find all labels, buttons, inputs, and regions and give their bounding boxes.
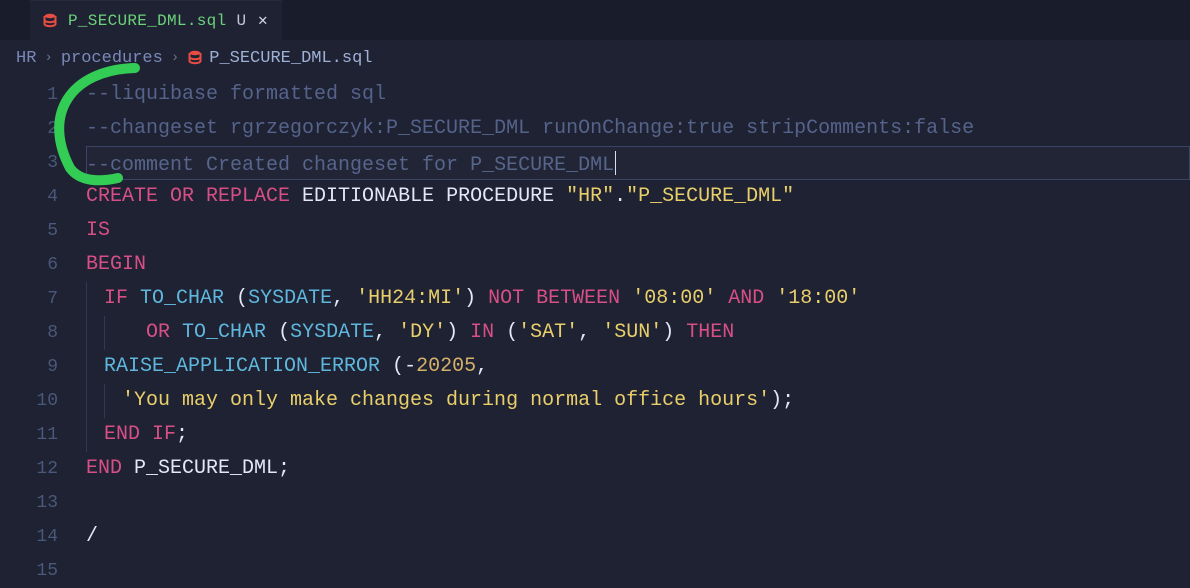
breadcrumb: HR › procedures › P_SECURE_DML.sql xyxy=(0,40,1190,76)
code-line[interactable]: 9RAISE_APPLICATION_ERROR (-20205, xyxy=(0,350,1190,384)
code-line[interactable]: 15 xyxy=(0,554,1190,588)
code-line[interactable]: 3--comment Created changeset for P_SECUR… xyxy=(0,146,1190,180)
code-content[interactable]: --comment Created changeset for P_SECURE… xyxy=(86,146,1190,183)
code-line[interactable]: 12END P_SECURE_DML; xyxy=(0,452,1190,486)
code-line[interactable]: 7IF TO_CHAR (SYSDATE, 'HH24:MI') NOT BET… xyxy=(0,282,1190,316)
line-number: 6 xyxy=(0,248,86,282)
breadcrumb-item-file[interactable]: P_SECURE_DML.sql xyxy=(209,49,372,68)
code-content[interactable]: IF TO_CHAR (SYSDATE, 'HH24:MI') NOT BETW… xyxy=(86,282,1190,316)
code-editor[interactable]: 1--liquibase formatted sql2--changeset r… xyxy=(0,76,1190,588)
tab-title: P_SECURE_DML.sql xyxy=(68,12,226,30)
code-line[interactable]: 13 xyxy=(0,486,1190,520)
code-content[interactable]: 'You may only make changes during normal… xyxy=(86,384,1190,418)
code-line[interactable]: 8 OR TO_CHAR (SYSDATE, 'DY') IN ('SAT', … xyxy=(0,316,1190,350)
text-cursor xyxy=(615,151,616,175)
code-content[interactable]: / xyxy=(86,520,1190,554)
code-content[interactable]: IS xyxy=(86,214,1190,248)
code-content[interactable]: END P_SECURE_DML; xyxy=(86,452,1190,486)
line-number: 1 xyxy=(0,78,86,112)
code-content[interactable]: BEGIN xyxy=(86,248,1190,282)
code-content[interactable]: --liquibase formatted sql xyxy=(86,78,1190,112)
tab-bar: P_SECURE_DML.sql U ✕ xyxy=(0,0,1190,40)
code-content[interactable]: OR TO_CHAR (SYSDATE, 'DY') IN ('SAT', 'S… xyxy=(86,316,1190,350)
code-content[interactable]: CREATE OR REPLACE EDITIONABLE PROCEDURE … xyxy=(86,180,1190,214)
code-line[interactable]: 2--changeset rgrzegorczyk:P_SECURE_DML r… xyxy=(0,112,1190,146)
line-number: 15 xyxy=(0,554,86,588)
line-number: 3 xyxy=(0,146,86,180)
code-content[interactable]: END IF; xyxy=(86,418,1190,452)
database-icon xyxy=(187,50,203,66)
line-number: 9 xyxy=(0,350,86,384)
code-content[interactable]: RAISE_APPLICATION_ERROR (-20205, xyxy=(86,350,1190,384)
code-line[interactable]: 4CREATE OR REPLACE EDITIONABLE PROCEDURE… xyxy=(0,180,1190,214)
line-number: 7 xyxy=(0,282,86,316)
app-root: { "tab": { "title": "P_SECURE_DML.sql", … xyxy=(0,0,1190,588)
chevron-right-icon: › xyxy=(169,50,181,66)
line-number: 8 xyxy=(0,316,86,350)
line-number: 4 xyxy=(0,180,86,214)
tab-modified-indicator: U xyxy=(236,12,246,30)
close-icon[interactable]: ✕ xyxy=(256,11,270,31)
code-line[interactable]: 1--liquibase formatted sql xyxy=(0,78,1190,112)
code-line[interactable]: 14/ xyxy=(0,520,1190,554)
chevron-right-icon: › xyxy=(42,50,54,66)
editor-tab[interactable]: P_SECURE_DML.sql U ✕ xyxy=(30,0,282,40)
line-number: 2 xyxy=(0,112,86,146)
line-number: 12 xyxy=(0,452,86,486)
breadcrumb-item-hr[interactable]: HR xyxy=(16,49,36,68)
line-number: 14 xyxy=(0,520,86,554)
code-line[interactable]: 10'You may only make changes during norm… xyxy=(0,384,1190,418)
code-content[interactable]: --changeset rgrzegorczyk:P_SECURE_DML ru… xyxy=(86,112,1190,146)
code-line[interactable]: 5IS xyxy=(0,214,1190,248)
breadcrumb-item-procedures[interactable]: procedures xyxy=(61,49,163,68)
database-icon xyxy=(42,13,58,29)
line-number: 11 xyxy=(0,418,86,452)
line-number: 10 xyxy=(0,384,86,418)
line-number: 5 xyxy=(0,214,86,248)
code-line[interactable]: 6BEGIN xyxy=(0,248,1190,282)
line-number: 13 xyxy=(0,486,86,520)
code-line[interactable]: 11END IF; xyxy=(0,418,1190,452)
